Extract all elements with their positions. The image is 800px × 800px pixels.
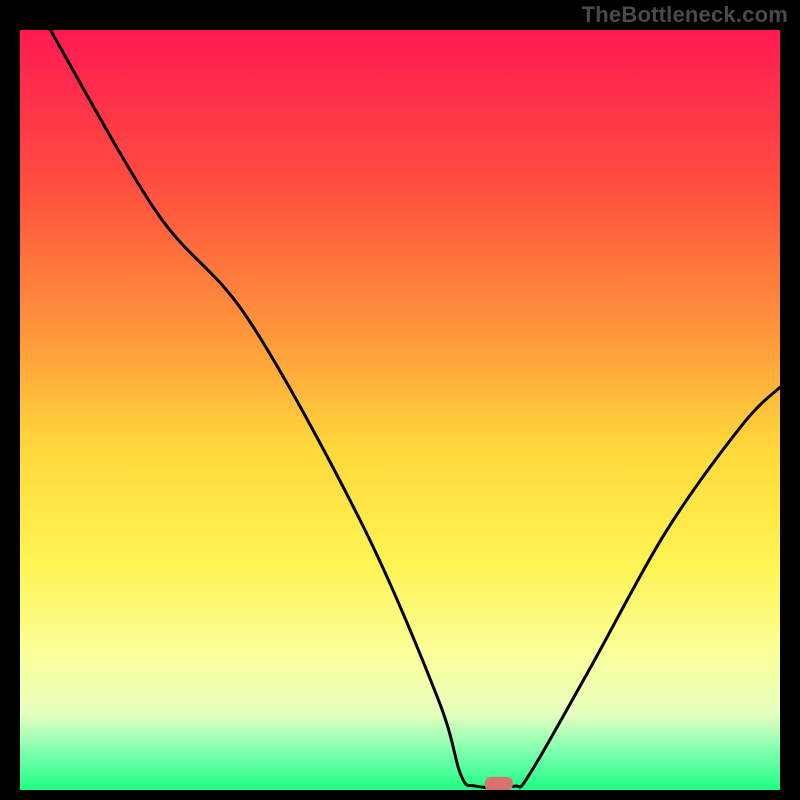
plot-area	[20, 30, 780, 790]
chart-svg	[20, 30, 780, 790]
gradient-background	[20, 30, 780, 790]
optimal-marker	[485, 777, 513, 790]
chart-stage: TheBottleneck.com	[0, 0, 800, 800]
watermark-text: TheBottleneck.com	[582, 2, 788, 28]
